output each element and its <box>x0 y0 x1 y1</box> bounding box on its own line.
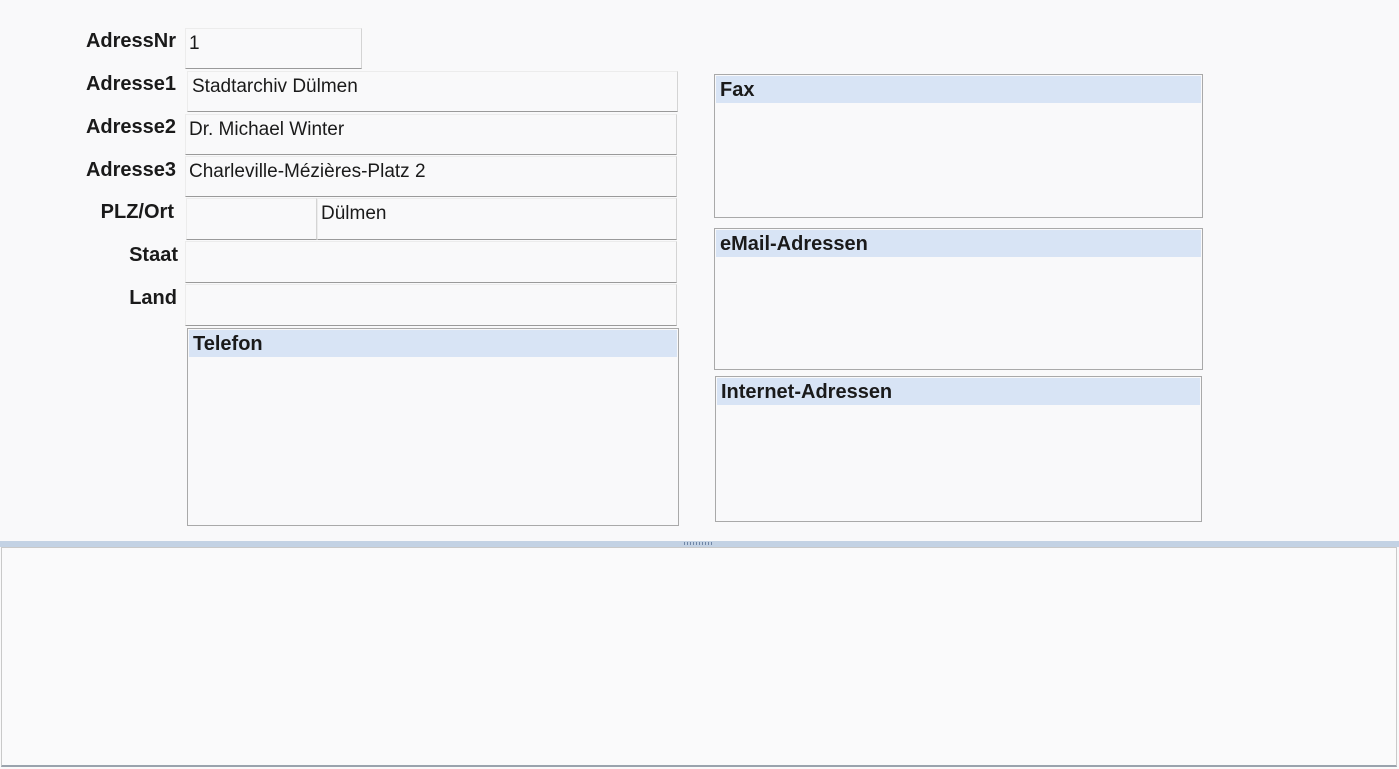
land-label: Land <box>129 287 177 309</box>
email-list[interactable]: eMail-Adressen <box>714 228 1203 370</box>
adresse3-field[interactable]: Charleville-Mézières-Platz 2 <box>185 156 677 197</box>
email-list-header: eMail-Adressen <box>716 230 1201 257</box>
adresse2-label: Adresse2 <box>85 116 176 138</box>
internet-list-header: Internet-Adressen <box>717 378 1200 405</box>
adressnr-label: AdressNr <box>85 30 176 52</box>
adresse2-field[interactable]: Dr. Michael Winter <box>185 114 677 155</box>
internet-list[interactable]: Internet-Adressen <box>715 376 1202 522</box>
detail-pane <box>1 547 1397 767</box>
ort-field[interactable]: Dülmen <box>317 198 677 240</box>
fax-list[interactable]: Fax <box>714 74 1203 218</box>
adresse1-label: Adresse1 <box>85 73 176 95</box>
fax-list-header: Fax <box>716 76 1201 103</box>
adresse1-field[interactable]: Stadtarchiv Dülmen <box>187 71 678 112</box>
adresse3-label: Adresse3 <box>85 159 176 181</box>
staat-label: Staat <box>129 244 178 266</box>
telefon-list[interactable]: Telefon <box>187 328 679 526</box>
address-form: AdressNr 1 Adresse1 Stadtarchiv Dülmen A… <box>0 0 1399 541</box>
adressnr-field[interactable]: 1 <box>185 28 362 69</box>
splitter-grip-icon[interactable] <box>684 542 714 545</box>
staat-field[interactable] <box>185 241 677 283</box>
plz-field[interactable] <box>186 198 317 240</box>
telefon-list-header: Telefon <box>189 330 677 357</box>
plz-ort-label: PLZ/Ort <box>100 201 174 223</box>
land-field[interactable] <box>185 284 677 326</box>
